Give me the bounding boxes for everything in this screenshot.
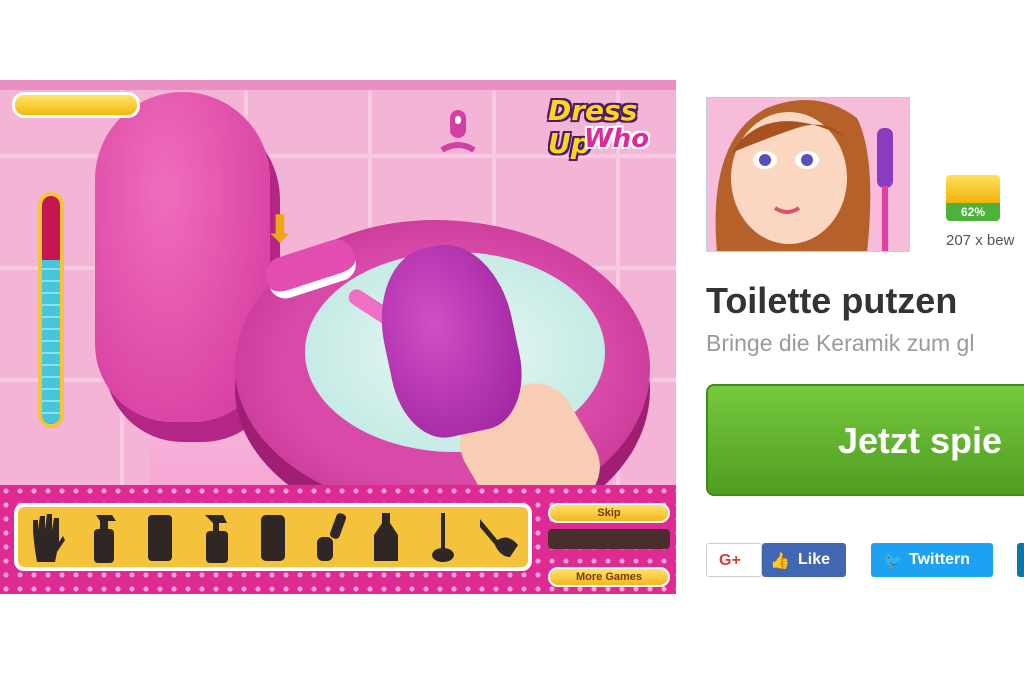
game-thumbnail[interactable]: [706, 97, 910, 252]
spray-cleaner-icon[interactable]: [193, 510, 239, 564]
sponge-icon[interactable]: [137, 510, 183, 564]
google-plus-button[interactable]: G+: [706, 543, 762, 577]
play-now-label: Jetzt spie: [838, 420, 1003, 461]
game-description: Bringe die Keramik zum gl: [706, 330, 975, 356]
rating-badge: 62%: [946, 175, 1000, 221]
twitter-tweet-button[interactable]: 🐦 Twittern: [871, 543, 993, 577]
play-now-button[interactable]: Jetzt spie: [706, 384, 1024, 496]
facebook-like-button[interactable]: 👍 Like: [762, 543, 846, 577]
toilet-brush-icon[interactable]: [420, 510, 466, 564]
facebook-like-label: Like: [798, 551, 831, 568]
skip-button[interactable]: Skip: [548, 503, 670, 523]
google-plus-label: G+: [719, 552, 741, 569]
detergent-bottle-icon[interactable]: [363, 510, 409, 564]
vote-count: 207 x bew: [946, 232, 1015, 249]
spray-bottle-icon[interactable]: [80, 510, 126, 564]
cleanliness-meter: [38, 192, 64, 428]
twitter-label: Twittern: [909, 551, 971, 568]
cloth-icon[interactable]: [250, 510, 296, 564]
dressupwho-logo[interactable]: Dress Up Who: [544, 94, 676, 160]
tool-tray: [14, 503, 532, 571]
scrub-brush-icon[interactable]: [307, 510, 353, 564]
logo-line2: Who: [584, 124, 650, 154]
thumbs-up-icon: 👍: [770, 553, 790, 570]
game-canvas[interactable]: ⬇ Dress Up Who Skip More Games: [0, 80, 676, 594]
twitter-bird-icon: 🐦: [883, 553, 903, 570]
more-games-button[interactable]: More Games: [548, 567, 670, 587]
hidden-button[interactable]: [548, 529, 670, 549]
sound-bar[interactable]: [12, 92, 140, 118]
glove-icon[interactable]: [23, 510, 69, 564]
cleanliness-meter-fill: [42, 259, 60, 424]
girl-avatar-icon: [707, 98, 909, 251]
game-title: Toilette putzen: [706, 280, 958, 321]
rating-percent: 62%: [946, 203, 1000, 221]
linkedin-button[interactable]: [1017, 543, 1024, 577]
thumbs-up-icon: [946, 175, 1000, 203]
wall-hook-icon: [440, 110, 476, 153]
tool-bar: Skip More Games: [0, 485, 676, 594]
hint-arrow-icon: ⬇: [264, 209, 296, 251]
plunger-icon[interactable]: [477, 510, 523, 564]
